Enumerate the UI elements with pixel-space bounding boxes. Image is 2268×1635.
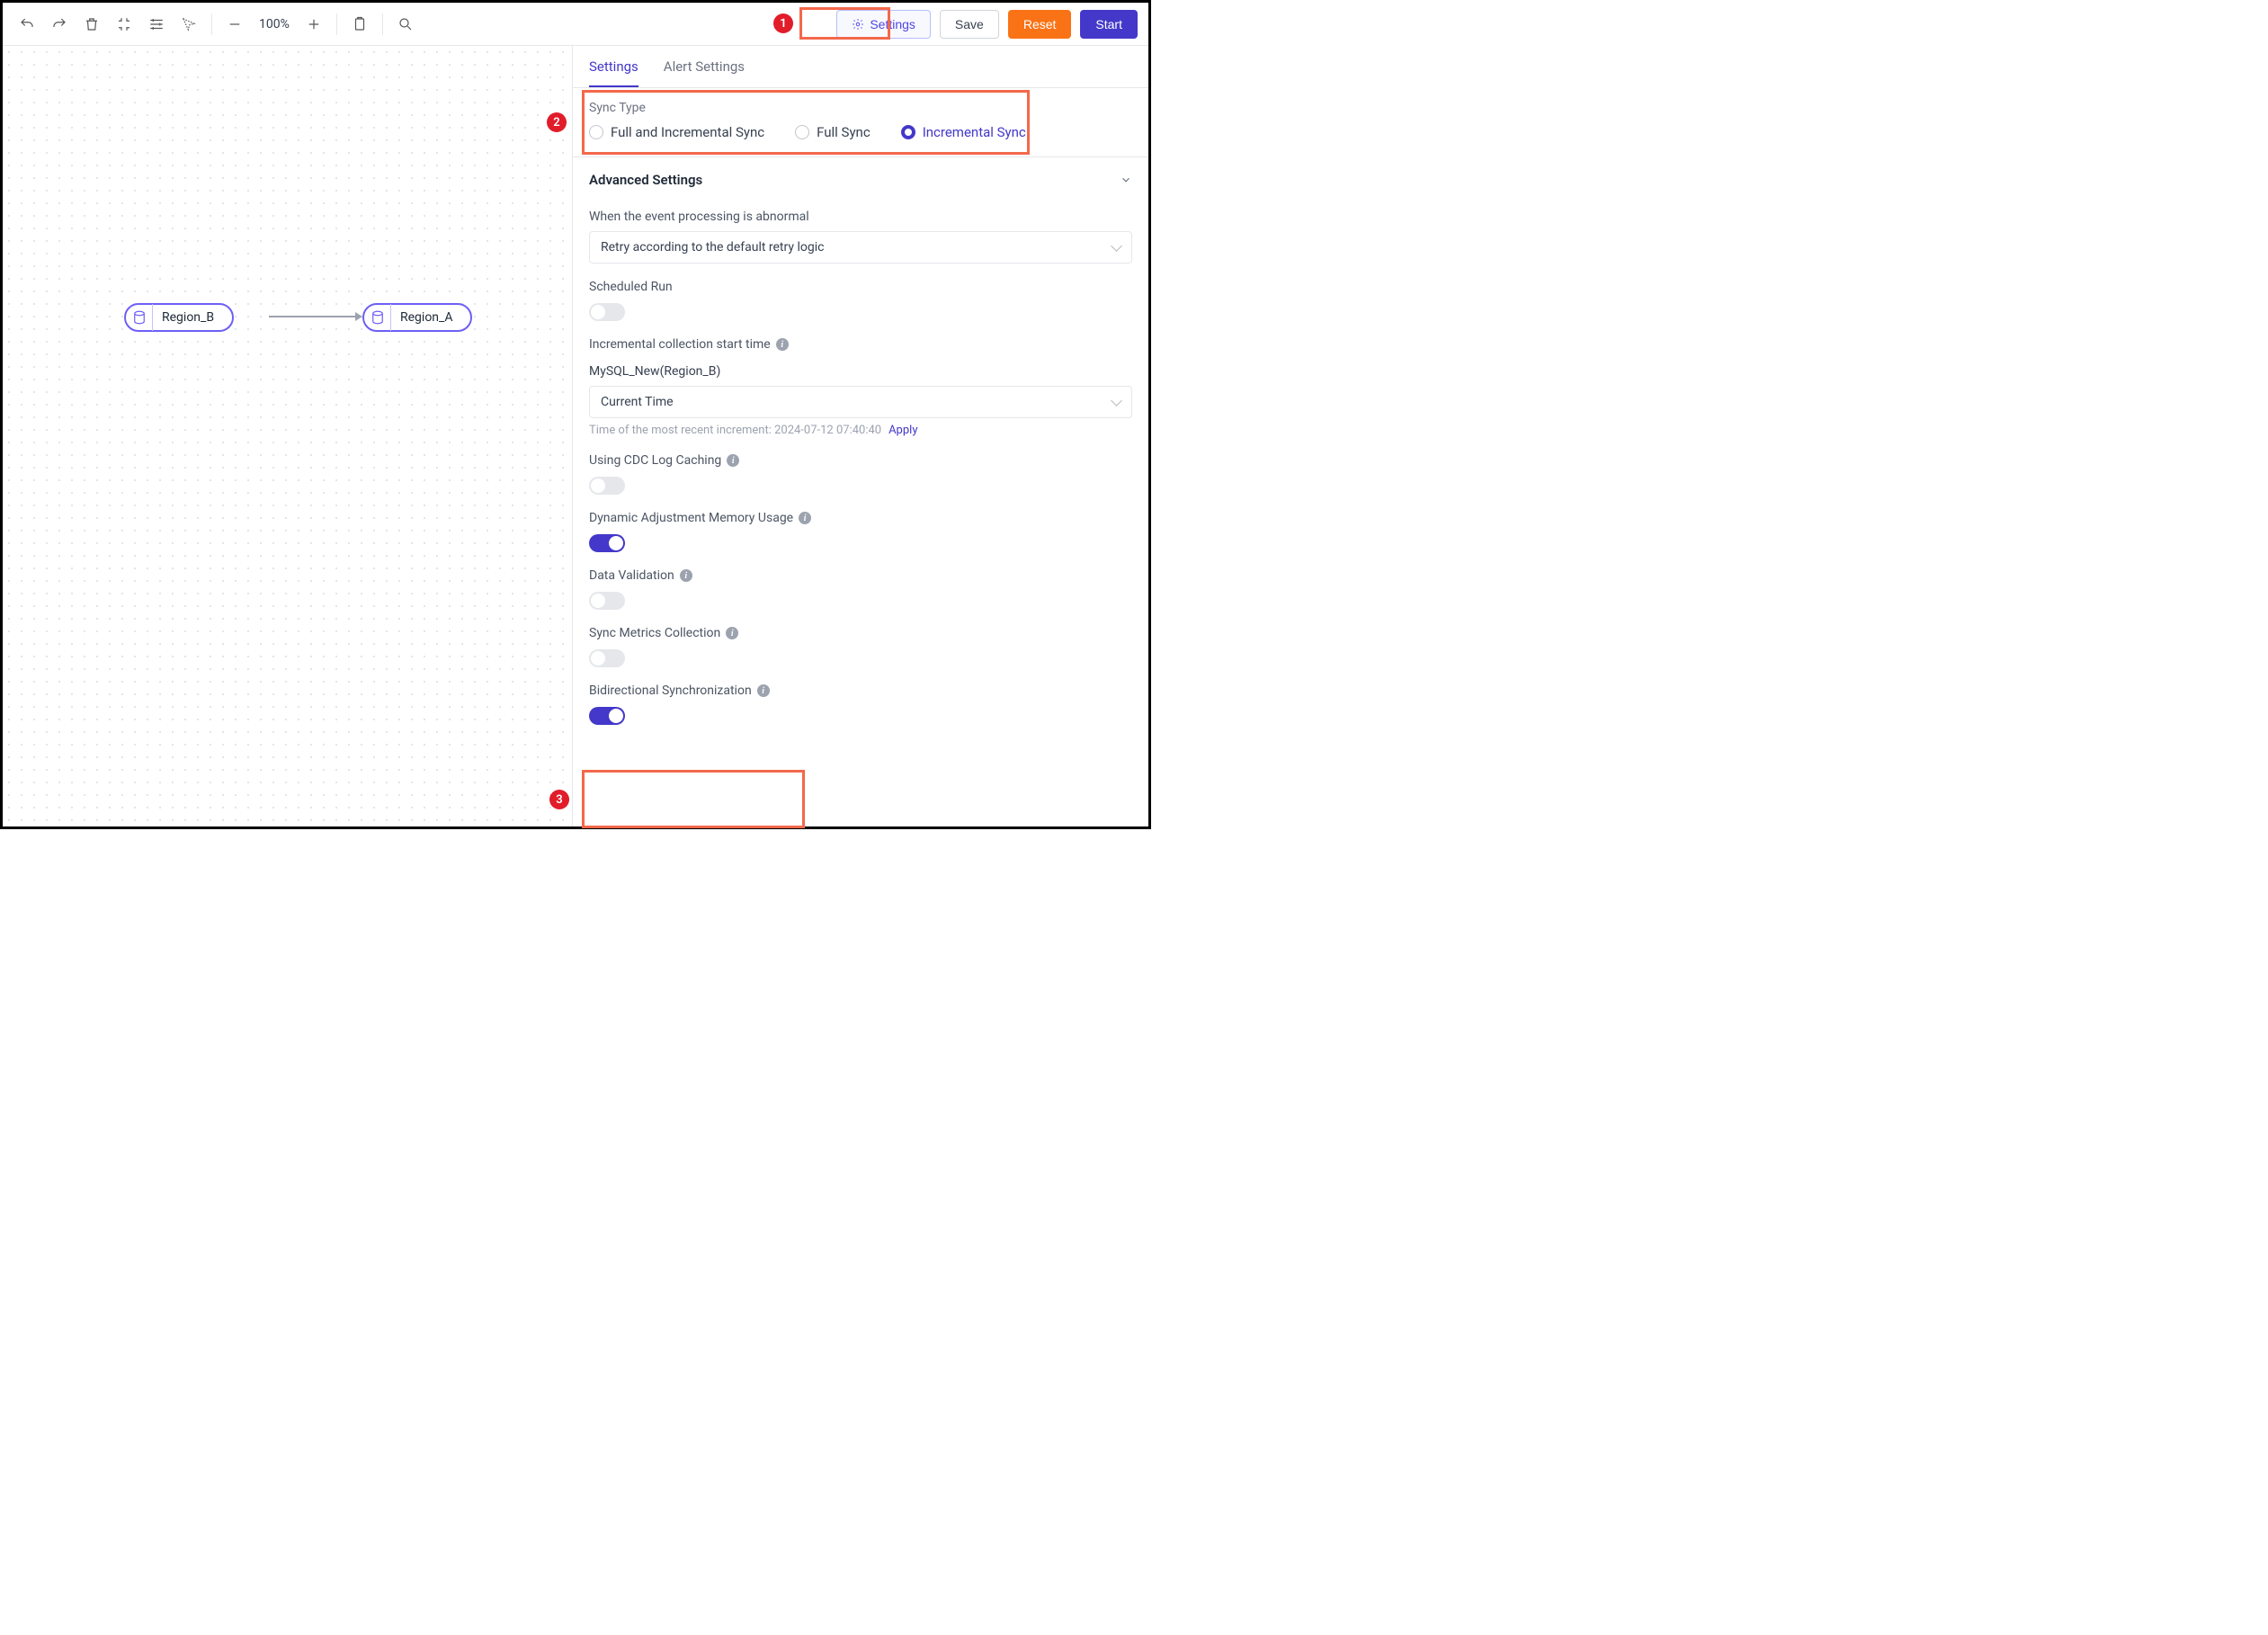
- scheduled-run-toggle[interactable]: [589, 303, 625, 321]
- abnormal-select[interactable]: Retry according to the default retry log…: [589, 231, 1132, 264]
- redo-icon[interactable]: [46, 11, 73, 38]
- canvas[interactable]: Region_B Region_A: [3, 46, 573, 826]
- callout-badge-1: 1: [773, 13, 793, 33]
- start-button[interactable]: Start: [1080, 10, 1138, 39]
- incremental-time-select[interactable]: Current Time: [589, 386, 1132, 418]
- sync-type-label: Sync Type: [589, 101, 1132, 115]
- info-icon: i: [757, 684, 770, 697]
- search-icon[interactable]: [392, 11, 419, 38]
- node-region-b[interactable]: Region_B: [124, 303, 234, 332]
- bidirectional-toggle[interactable]: [589, 707, 625, 725]
- separator: [211, 13, 212, 35]
- bidirectional-label: Bidirectional Synchronizationi: [589, 683, 1132, 698]
- radio-full-sync[interactable]: Full Sync: [795, 124, 871, 140]
- zoom-out-icon[interactable]: [221, 11, 248, 38]
- arrow-head-icon: [355, 312, 362, 321]
- info-icon: i: [799, 512, 811, 524]
- settings-button[interactable]: Settings: [836, 10, 931, 39]
- collapse-icon[interactable]: [111, 11, 138, 38]
- settings-panel: Settings Alert Settings Sync Type Full a…: [573, 46, 1148, 826]
- sync-metrics-toggle[interactable]: [589, 649, 625, 667]
- arrow: [269, 316, 355, 317]
- trash-icon[interactable]: [78, 11, 105, 38]
- tab-alert-settings[interactable]: Alert Settings: [664, 58, 745, 87]
- data-validation-toggle[interactable]: [589, 592, 625, 610]
- chevron-down-icon: [1120, 174, 1132, 186]
- sync-metrics-label: Sync Metrics Collectioni: [589, 626, 1132, 640]
- dynamic-mem-toggle[interactable]: [589, 534, 625, 552]
- increment-hint: Time of the most recent increment: 2024-…: [589, 424, 881, 437]
- undo-icon[interactable]: [13, 11, 40, 38]
- callout-badge-2: 2: [547, 112, 567, 132]
- advanced-settings-header[interactable]: Advanced Settings: [589, 157, 1132, 193]
- cdc-toggle[interactable]: [589, 477, 625, 495]
- database-icon: [126, 304, 153, 331]
- reset-button[interactable]: Reset: [1008, 10, 1072, 39]
- tab-settings[interactable]: Settings: [589, 58, 638, 87]
- incremental-source: MySQL_New(Region_B): [589, 364, 1132, 379]
- clipboard-icon[interactable]: [346, 11, 373, 38]
- zoom-in-icon[interactable]: [300, 11, 327, 38]
- incremental-start-label: Incremental collection start timei: [589, 337, 1132, 352]
- data-validation-label: Data Validationi: [589, 568, 1132, 583]
- pointer-icon[interactable]: [175, 11, 202, 38]
- radio-full-and-incremental[interactable]: Full and Incremental Sync: [589, 124, 764, 140]
- info-icon: i: [726, 627, 738, 639]
- node-label: Region_B: [153, 310, 232, 325]
- toolbar: 100% Settings Save Reset Start: [3, 3, 1148, 46]
- radio-incremental-sync[interactable]: Incremental Sync: [901, 124, 1026, 140]
- callout-badge-3: 3: [549, 790, 569, 809]
- separator: [336, 13, 337, 35]
- abnormal-label: When the event processing is abnormal: [589, 210, 1132, 224]
- database-icon: [364, 304, 391, 331]
- info-icon: i: [727, 454, 739, 467]
- scheduled-run-label: Scheduled Run: [589, 280, 1132, 294]
- node-region-a[interactable]: Region_A: [362, 303, 472, 332]
- gear-icon: [852, 18, 864, 31]
- zoom-value: 100%: [254, 17, 295, 31]
- info-icon: i: [680, 569, 692, 582]
- separator: [382, 13, 383, 35]
- save-button[interactable]: Save: [940, 10, 999, 39]
- cdc-label: Using CDC Log Cachingi: [589, 453, 1132, 468]
- info-icon: i: [776, 338, 789, 351]
- apply-link[interactable]: Apply: [888, 424, 917, 437]
- align-icon[interactable]: [143, 11, 170, 38]
- node-label: Region_A: [391, 310, 470, 325]
- dynamic-mem-label: Dynamic Adjustment Memory Usagei: [589, 511, 1132, 525]
